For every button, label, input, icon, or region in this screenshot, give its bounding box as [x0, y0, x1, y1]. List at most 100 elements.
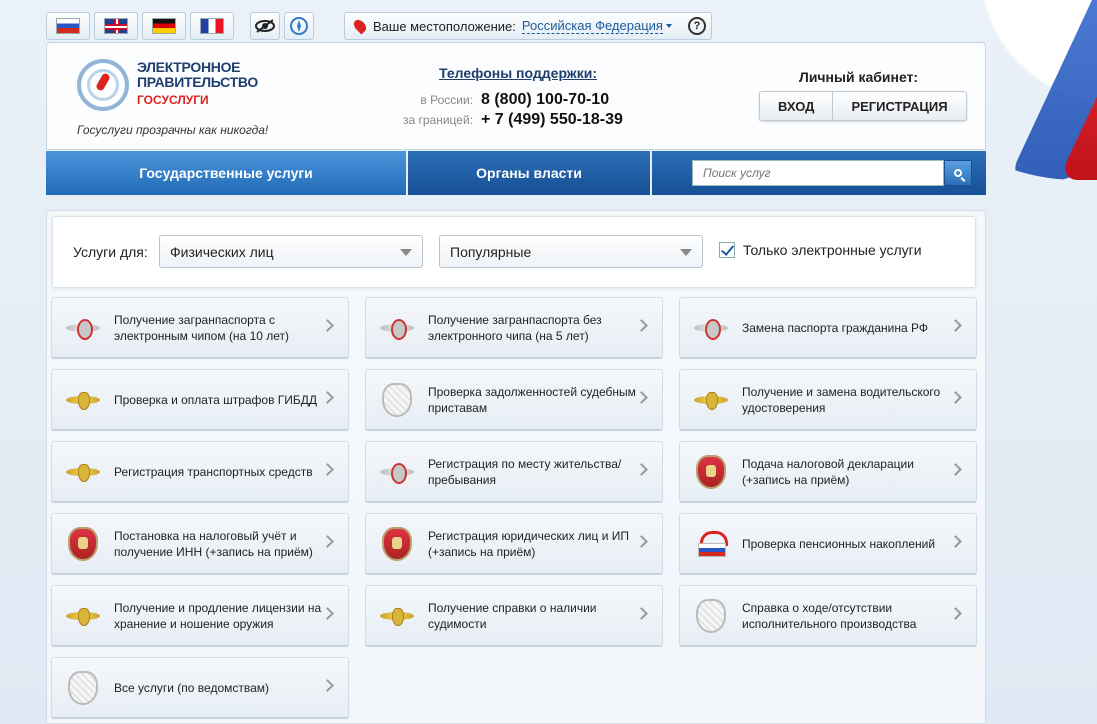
site-header: ЭЛЕКТРОННОЕ ПРАВИТЕЛЬСТВО ГОСУСЛУГИ Госу…	[46, 42, 986, 150]
top-toolbar	[46, 12, 314, 40]
tax-crest-icon	[696, 454, 726, 489]
service-card-label: Регистрация юридических лиц и ИП (+запис…	[428, 528, 629, 559]
service-icon-wrap	[680, 299, 742, 357]
audience-select[interactable]: Физических лиц	[159, 235, 423, 268]
service-card[interactable]: Замена паспорта гражданина РФ	[679, 297, 977, 359]
service-card[interactable]: Получение загранпаспорта без электронног…	[365, 297, 663, 359]
service-card[interactable]: Справка о ходе/отсутствии исполнительног…	[679, 585, 977, 647]
service-card[interactable]: Все услуги (по ведомствам)	[51, 657, 349, 719]
service-card-label: Замена паспорта гражданина РФ	[742, 320, 928, 335]
eagle-gold-icon	[66, 462, 100, 482]
logo-text[interactable]: ЭЛЕКТРОННОЕ ПРАВИТЕЛЬСТВО	[137, 60, 258, 90]
only-electronic-checkbox[interactable]: Только электронные услуги	[719, 242, 922, 258]
service-card[interactable]: Регистрация транспортных средств	[51, 441, 349, 503]
germany-flag-icon	[152, 18, 176, 34]
service-card[interactable]: Подача налоговой декларации (+запись на …	[679, 441, 977, 503]
filter-panel: Услуги для: Физических лиц Популярные То…	[52, 216, 976, 288]
main-nav: Государственные услуги Органы власти	[46, 151, 986, 195]
crest-outline-icon	[68, 670, 98, 705]
gosuslugi-logo-icon[interactable]	[77, 59, 129, 111]
login-button[interactable]: ВХОД	[760, 92, 832, 120]
service-icon-wrap	[366, 371, 428, 429]
eagle-grey-icon	[66, 318, 100, 340]
service-card-label: Проверка задолженностей судебным пристав…	[428, 384, 636, 415]
lang-en-button[interactable]	[94, 12, 138, 40]
phone-russia-number: 8 (800) 100-70-10	[481, 91, 610, 108]
service-card-label: Регистрация по месту жительства/пребыван…	[428, 456, 622, 487]
service-card[interactable]: Проверка задолженностей судебным пристав…	[365, 369, 663, 431]
service-card[interactable]: Получение и продление лицензии на хранен…	[51, 585, 349, 647]
category-select-value: Популярные	[450, 243, 532, 260]
location-value[interactable]: Российская Федерация	[521, 18, 663, 34]
only-electronic-label: Только электронные услуги	[743, 242, 922, 258]
service-icon-wrap	[52, 659, 114, 717]
service-card-label: Проверка и оплата штрафов ГИБДД	[114, 392, 318, 407]
accessibility-button[interactable]	[250, 12, 280, 40]
eagle-grey-icon	[380, 318, 414, 340]
checkbox-checked-icon[interactable]	[719, 242, 735, 258]
service-card-label: Получение справки о наличии судимости	[428, 600, 597, 631]
service-icon-wrap	[52, 371, 114, 429]
search-input[interactable]	[692, 160, 944, 186]
service-card-label: Подача налоговой декларации (+запись на …	[742, 456, 914, 487]
phone-abroad-number: + 7 (499) 550-18-39	[481, 111, 623, 128]
service-icon-wrap	[52, 515, 114, 573]
dropdown-arrow-icon	[665, 24, 672, 28]
register-button[interactable]: РЕГИСТРАЦИЯ	[832, 92, 965, 120]
service-card-label: Получение загранпаспорта без электронног…	[428, 312, 602, 343]
service-icon-wrap	[680, 515, 742, 573]
service-icon-wrap	[52, 299, 114, 357]
service-card[interactable]: Постановка на налоговый учёт и получение…	[51, 513, 349, 575]
eye-icon	[255, 19, 275, 33]
search-button[interactable]	[944, 160, 972, 186]
service-card[interactable]: Получение загранпаспорта с электронным ч…	[51, 297, 349, 359]
service-card[interactable]: Регистрация по месту жительства/пребыван…	[365, 441, 663, 503]
chevron-down-icon	[680, 249, 692, 256]
category-select[interactable]: Популярные	[439, 235, 703, 268]
service-card[interactable]: Получение справки о наличии судимости	[365, 585, 663, 647]
service-card[interactable]: Проверка пенсионных накоплений	[679, 513, 977, 575]
eagle-grey-icon	[380, 462, 414, 484]
service-card-label: Все услуги (по ведомствам)	[114, 680, 270, 695]
france-flag-icon	[200, 18, 224, 34]
service-icon-wrap	[366, 587, 428, 645]
service-card-label: Справка о ходе/отсутствии исполнительног…	[742, 600, 917, 631]
phone-russia-label: в России:	[420, 93, 473, 107]
service-card-label: Получение загранпаспорта с электронным ч…	[114, 312, 290, 343]
phone-abroad-row: за границей: + 7 (499) 550-18-39	[397, 111, 623, 129]
service-icon-wrap	[680, 371, 742, 429]
support-title[interactable]: Телефоны поддержки:	[439, 65, 597, 81]
location-selector[interactable]: Ваше местоположение: Российская Федераци…	[344, 12, 712, 40]
service-icon-wrap	[680, 443, 742, 501]
chevron-down-icon	[400, 249, 412, 256]
eagle-gold-icon	[66, 390, 100, 410]
lang-fr-button[interactable]	[190, 12, 234, 40]
eagle-gold-icon	[694, 390, 728, 410]
map-pin-icon	[351, 17, 369, 35]
service-card[interactable]: Регистрация юридических лиц и ИП (+запис…	[365, 513, 663, 575]
cabinet-buttons: ВХОД РЕГИСТРАЦИЯ	[759, 91, 967, 121]
search-icon	[954, 169, 962, 177]
audience-select-value: Физических лиц	[170, 243, 274, 260]
search-bar	[652, 151, 986, 195]
logo-line-2: ПРАВИТЕЛЬСТВО	[137, 74, 258, 90]
compass-icon	[290, 17, 308, 35]
lang-ru-button[interactable]	[46, 12, 90, 40]
tagline: Госуслуги прозрачны как никогда!	[77, 123, 269, 137]
tab-authorities[interactable]: Органы власти	[408, 151, 652, 195]
pension-fund-icon	[696, 530, 728, 557]
logo-line-1: ЭЛЕКТРОННОЕ	[137, 59, 241, 75]
help-icon[interactable]: ?	[687, 17, 706, 35]
eagle-grey-icon	[694, 318, 728, 340]
service-card-label: Регистрация транспортных средств	[114, 464, 313, 479]
service-card[interactable]: Проверка и оплата штрафов ГИБДД	[51, 369, 349, 431]
tab-government-services[interactable]: Государственные услуги	[46, 151, 408, 195]
service-card-label: Проверка пенсионных накоплений	[742, 536, 936, 551]
service-icon-wrap	[52, 443, 114, 501]
service-card-label: Получение и продление лицензии на хранен…	[114, 600, 322, 631]
service-card[interactable]: Получение и замена водительского удостов…	[679, 369, 977, 431]
lang-de-button[interactable]	[142, 12, 186, 40]
service-card-label: Постановка на налоговый учёт и получение…	[114, 528, 313, 559]
logo-line-3: ГОСУСЛУГИ	[137, 93, 209, 107]
compass-button[interactable]	[284, 12, 314, 40]
